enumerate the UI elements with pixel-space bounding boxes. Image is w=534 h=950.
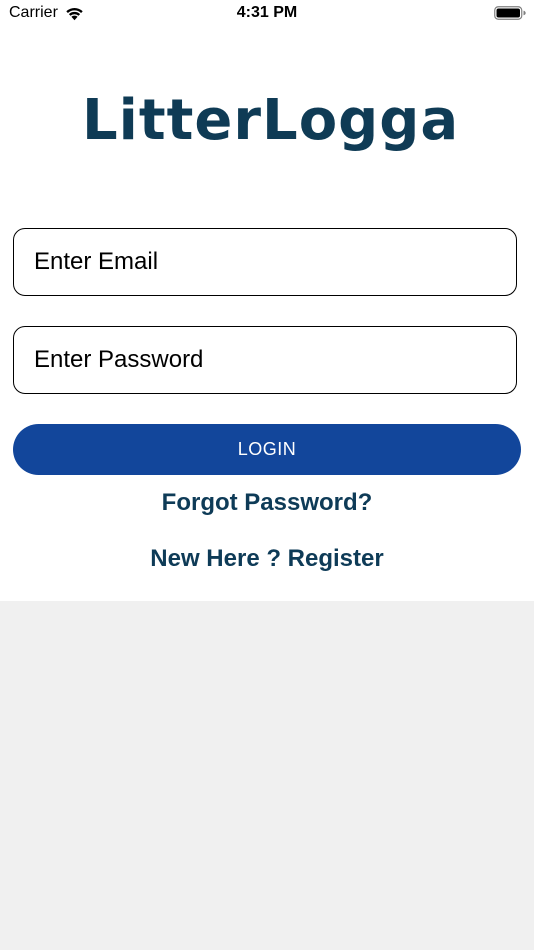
login-button-label: LOGIN <box>237 439 297 459</box>
app-logo: LitterLogga <box>82 86 458 156</box>
login-screen: Carrier 4:31 PM LitterLogga LOGIN Forgot… <box>0 0 534 601</box>
login-button[interactable]: LOGIN <box>13 424 521 475</box>
status-bar: Carrier 4:31 PM <box>0 0 534 30</box>
password-input[interactable] <box>14 327 516 393</box>
email-input[interactable] <box>14 229 516 295</box>
forgot-password-link[interactable]: Forgot Password? <box>0 489 534 517</box>
register-link[interactable]: New Here ? Register <box>0 545 534 573</box>
password-field[interactable] <box>13 326 517 394</box>
email-field[interactable] <box>13 228 517 296</box>
status-time: 4:31 PM <box>236 4 298 21</box>
logo-wordmark: LitterLogga <box>82 88 460 153</box>
battery-icon <box>494 6 526 20</box>
